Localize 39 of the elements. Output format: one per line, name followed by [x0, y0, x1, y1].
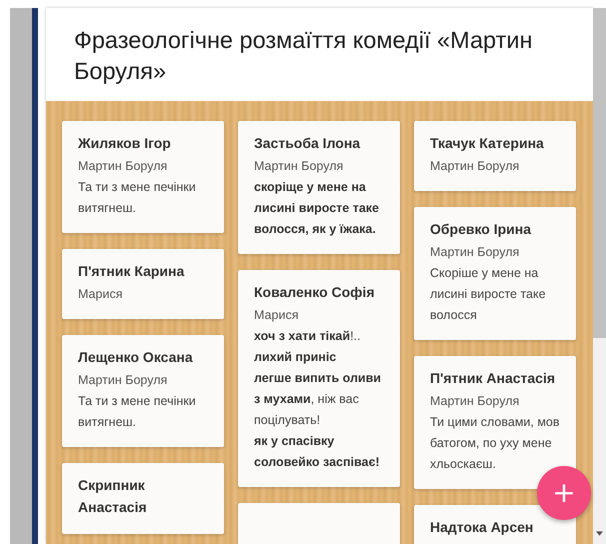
post-text: Та ти з мене печінки витягнеш.: [78, 179, 197, 217]
post-author: Лещенко Оксана: [78, 348, 194, 367]
post-author: П'ятник Анастасія: [430, 369, 556, 388]
post-text: Мартин Боруля: [254, 158, 344, 175]
post-author: Коваленко Софія: [254, 283, 376, 302]
post-author: Жиляков Ігор: [78, 134, 172, 153]
post-card[interactable]: Застьоба Ілона Мартин Боруля скоріще у мене на лисині виросте таке волосся, як у їжака.: [238, 121, 400, 254]
post-author: Застьоба Ілона: [254, 134, 362, 153]
post-text: Та ти з мене печінки витягнеш.: [78, 393, 197, 431]
post-card[interactable]: Коваленко Софія Марися хоч з хати тікай!.. лихий приніс легше випить оливи з мухами, ніж вас поцілувать! як у спасівку соловейко заспіває!: [238, 270, 400, 487]
post-text: Мартин Боруля: [430, 158, 520, 175]
post-card[interactable]: Жиляков Ігор Мартин Боруля Та ти з мене печінки витягнеш.: [62, 121, 224, 233]
post-card[interactable]: Надтока Арсен: [414, 505, 576, 544]
scrollbar[interactable]: [593, 8, 606, 544]
post-card[interactable]: Обревко Ірина Мартин Боруля Скоріше у мене на лисині виросте таке волосся: [414, 207, 576, 340]
post-author: Обревко Ірина: [430, 220, 532, 239]
post-card[interactable]: Скрипник Анастасія: [62, 463, 224, 534]
post-text: Марися: [254, 307, 300, 324]
scroll-thumb[interactable]: [593, 8, 606, 338]
post-text: лихий приніс: [254, 349, 338, 366]
post-card[interactable]: Ткачук Катерина Мартин Боруля: [414, 121, 576, 191]
post-card[interactable]: Лещенко Оксана Мартин Боруля Та ти з мене печінки витягнеш.: [62, 335, 224, 447]
scroll-down-icon[interactable]: [596, 531, 603, 536]
post-card[interactable]: П'ятник Карина Марися: [62, 249, 224, 319]
post-text: скоріще у мене на лисині виросте таке волосся, як у їжака.: [254, 179, 380, 238]
post-text: легше випить оливи з мухами, ніж вас поцілувать!: [254, 370, 382, 429]
post-author: П'ятник Карина: [78, 262, 186, 281]
post-text: Мартин Боруля: [430, 244, 520, 261]
post-author: Надтока Арсен: [430, 518, 534, 537]
post-text: хоч з хати тікай!..: [254, 328, 362, 345]
post-text: Мартин Боруля: [78, 372, 168, 389]
post-text: Скоріше у мене на лисині виросте таке волосся: [430, 265, 547, 324]
post-author: Ткачук Катерина: [430, 134, 545, 153]
board-title: Фразеологічне розмаїття комедії «Мартин Боруля»: [74, 26, 534, 86]
post-text: Мартин Боруля: [78, 158, 168, 175]
post-author: Скрипник Анастасія: [78, 476, 148, 517]
post-text: як у спасівку соловейко заспіває!: [254, 433, 381, 471]
post-text: Марися: [78, 286, 124, 303]
post-text: Мартин Боруля: [430, 393, 520, 410]
